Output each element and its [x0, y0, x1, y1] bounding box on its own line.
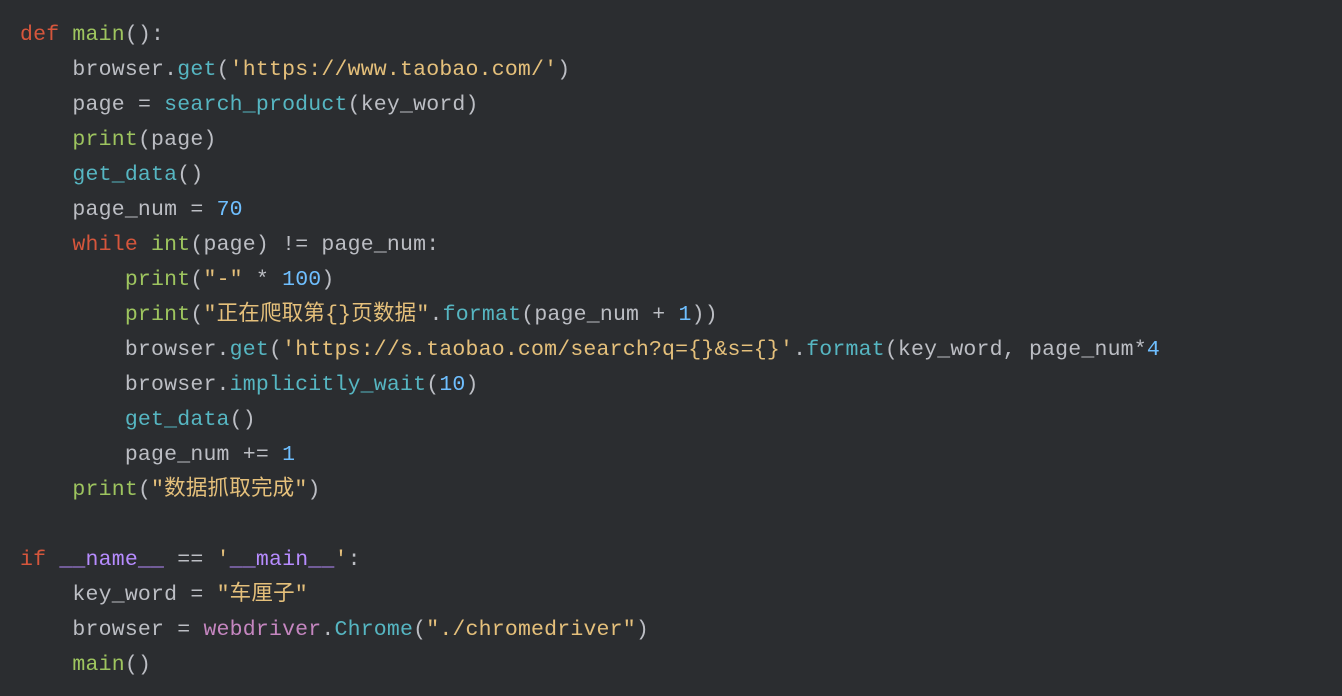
code-line: print("正在爬取第{}页数据".format(page_num + 1)) — [20, 303, 718, 327]
code-line: print(page) — [20, 128, 217, 152]
code-line: main() — [20, 653, 151, 677]
code-line: get_data() — [20, 163, 203, 187]
code-line: key_word = "车厘子" — [20, 583, 308, 607]
code-line: print("-" * 100) — [20, 268, 335, 292]
code-line: page_num += 1 — [20, 443, 295, 467]
code-line: browser.get('https://www.taobao.com/') — [20, 58, 570, 82]
code-line: get_data() — [20, 408, 256, 432]
code-line: browser.get('https://s.taobao.com/search… — [20, 338, 1160, 362]
code-line: page_num = 70 — [20, 198, 243, 222]
code-line: print("数据抓取完成") — [20, 478, 321, 502]
code-line: def main(): — [20, 23, 164, 47]
code-line: if __name__ == '__main__': — [20, 548, 361, 572]
code-line: browser = webdriver.Chrome("./chromedriv… — [20, 618, 649, 642]
code-line: browser.implicitly_wait(10) — [20, 373, 479, 397]
code-line: page = search_product(key_word) — [20, 93, 479, 117]
code-editor[interactable]: def main(): browser.get('https://www.tao… — [0, 0, 1342, 683]
code-line: while int(page) != page_num: — [20, 233, 439, 257]
